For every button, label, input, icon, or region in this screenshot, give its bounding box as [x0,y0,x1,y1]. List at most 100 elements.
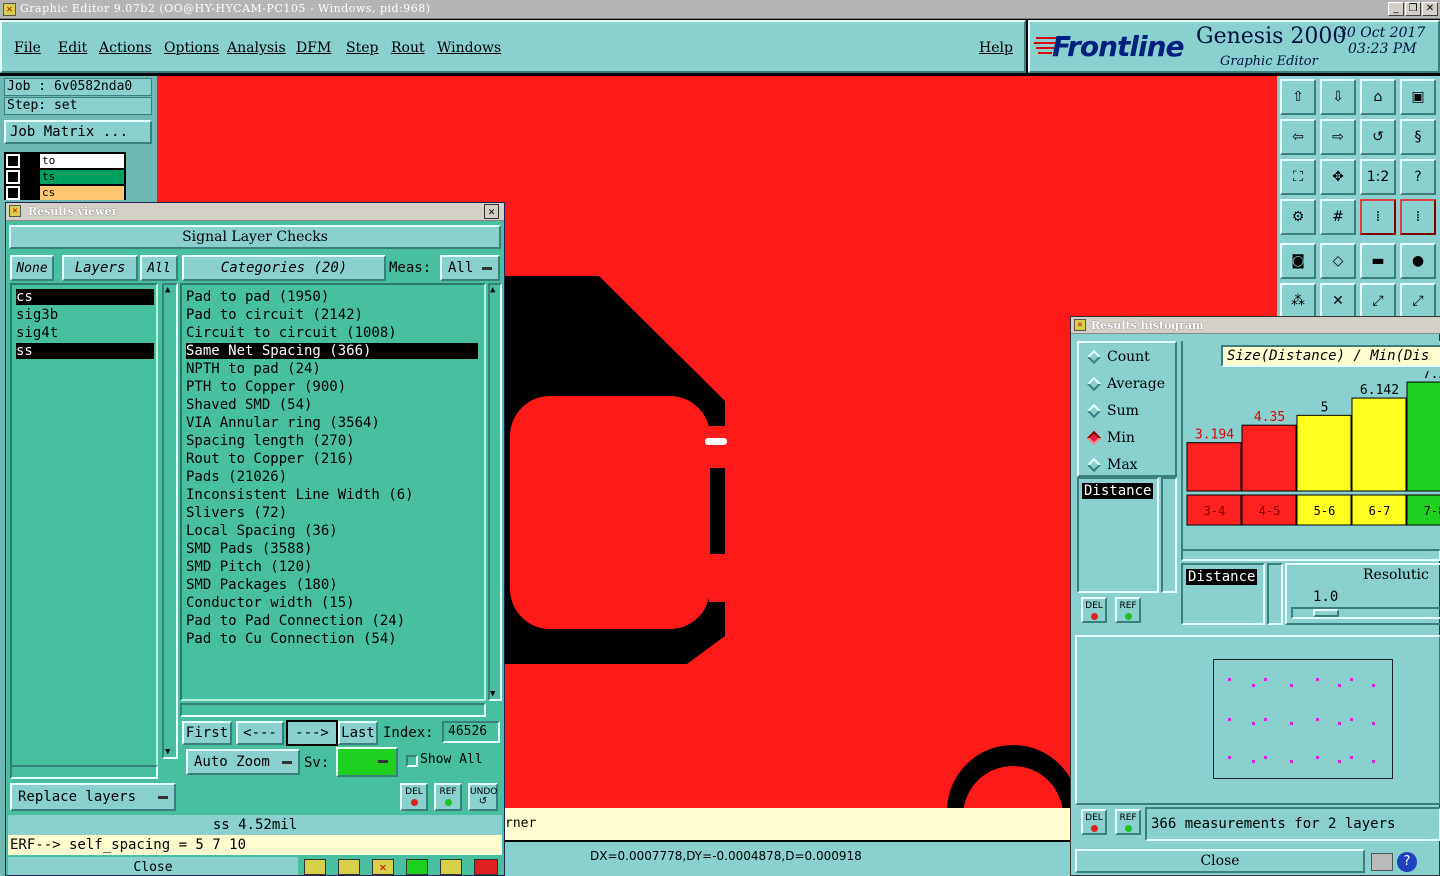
category-item[interactable]: PTH to Copper (900) [186,379,478,395]
scale-1-2-icon[interactable]: 1:2 [1360,159,1396,195]
category-item[interactable]: VIA Annular ring (3564) [186,415,478,431]
histogram-bar[interactable] [1351,397,1407,492]
measure-list-scrollbar[interactable] [1161,477,1177,593]
category-item[interactable]: Same Net Spacing (366) [186,343,478,359]
first-button[interactable]: First [182,721,232,745]
icon-x[interactable]: ✕ [372,859,394,875]
cat-scroll-up-icon[interactable]: ▲ [490,285,495,295]
pan-right-icon[interactable]: ⇨ [1320,119,1356,155]
close-window-button[interactable]: ✕ [1422,2,1438,16]
layers-button[interactable]: Layers [62,255,138,281]
icon-d[interactable] [440,859,462,875]
hist-close-button[interactable]: Close [1075,849,1365,873]
layer-strip-ts[interactable]: ts [40,170,124,184]
mode-radio-min[interactable]: Min [1086,430,1135,446]
menu-file[interactable]: File [14,40,41,56]
hist-del-button-top[interactable]: DEL [1081,597,1107,623]
mode-radio-average[interactable]: Average [1086,376,1165,392]
grid-icon[interactable]: # [1320,199,1356,235]
category-item[interactable]: Slivers (72) [186,505,478,521]
category-item[interactable]: Spacing length (270) [186,433,478,449]
meas-dropdown[interactable]: All [440,255,500,281]
sv-color-dropdown[interactable] [336,747,398,777]
snap2-icon[interactable]: ⁞ [1400,199,1436,235]
measure-list-item[interactable]: Distance [1082,483,1154,499]
signal-layer-checks-header[interactable]: Signal Layer Checks [9,225,501,249]
settings-icon[interactable]: ⚙ [1280,199,1316,235]
menu-options[interactable]: Options [164,40,219,56]
home-icon[interactable]: ⌂ [1360,79,1396,115]
fit-icon[interactable]: ⛶ [1280,159,1316,195]
measure-icon[interactable]: ⤢ [1360,283,1396,319]
zoom-home-icon[interactable]: ⇧ [1280,79,1316,115]
redraw-icon[interactable]: § [1400,119,1436,155]
layer-item-ss[interactable]: ss [16,343,154,359]
category-item[interactable]: Conductor width (15) [186,595,478,611]
hist-help-icon[interactable]: ? [1397,852,1417,872]
cat-scroll-down-icon[interactable]: ▼ [490,689,495,699]
category-item[interactable]: Shaved SMD (54) [186,397,478,413]
zoom-back-icon[interactable]: ↺ [1360,119,1396,155]
layer-toggle-ts[interactable] [6,170,20,184]
mode-radio-max[interactable]: Max [1086,457,1138,473]
menu-step[interactable]: Step [346,40,378,56]
index-input[interactable]: 46526 [442,721,500,743]
pan-left-icon[interactable]: ⇦ [1280,119,1316,155]
category-item[interactable]: Pad to Pad Connection (24) [186,613,478,629]
menu-dfm[interactable]: DFM [296,40,331,56]
layer-toggle-cs[interactable] [6,186,20,200]
categories-scrollbar[interactable]: ▲ ▼ [488,283,502,701]
prev-button[interactable]: <--- [236,721,284,745]
categories-list[interactable]: Pad to pad (1950) Pad to circuit (2142) Ci… [180,283,486,701]
categories-hscrollbar[interactable] [180,703,486,717]
center-icon[interactable]: ✥ [1320,159,1356,195]
pad-icon[interactable]: ● [1400,243,1436,279]
next-button[interactable]: ---> [286,720,338,746]
all-button[interactable]: All [140,255,178,281]
category-item[interactable]: Circuit to circuit (1008) [186,325,478,341]
ruler-icon[interactable]: ▬ [1360,243,1396,279]
layer-strip-to[interactable]: to [40,154,124,168]
rv-ref-button[interactable]: REF [434,783,462,811]
category-item[interactable]: Pads (21026) [186,469,478,485]
histogram-bar[interactable] [1296,414,1352,492]
layer-strip-cs[interactable]: cs [40,186,124,200]
menu-actions[interactable]: Actions [99,40,152,56]
mode-radio-count[interactable]: Count [1086,349,1150,365]
outline-icon[interactable]: ◇ [1320,243,1356,279]
rv-del-button[interactable]: DEL [400,783,428,811]
layer-toggle-to[interactable] [6,154,20,168]
distance-scrollbar[interactable] [1267,563,1283,625]
help-icon[interactable]: ? [1400,159,1436,195]
histogram-bar[interactable] [1406,381,1440,492]
category-item[interactable]: Rout to Copper (216) [186,451,478,467]
category-item[interactable]: Pad to Cu Connection (54) [186,631,478,647]
scroll-down-icon[interactable]: ▼ [165,747,170,757]
layer-item-cs[interactable]: cs [16,289,154,305]
snap-icon[interactable]: ⁞ [1360,199,1396,235]
pan-down-icon[interactable]: ⇩ [1320,79,1356,115]
category-item[interactable]: Inconsistent Line Width (6) [186,487,478,503]
fill-icon[interactable]: ◙ [1280,243,1316,279]
printer-icon[interactable] [1371,853,1393,871]
rv-close-button[interactable]: Close [8,857,298,875]
measure2-icon[interactable]: ⤢ [1400,283,1436,319]
last-button[interactable]: Last [338,721,378,745]
menu-edit[interactable]: Edit [58,40,87,56]
category-item[interactable]: SMD Packages (180) [186,577,478,593]
layers-list[interactable]: cs sig3b sig4t ss [10,283,158,771]
layers-hscrollbar[interactable] [10,765,158,779]
cross-icon[interactable]: ✕ [1320,283,1356,319]
show-all-checkbox[interactable] [406,755,418,767]
replace-layers-dropdown[interactable]: Replace layers [10,783,176,811]
layers-scrollbar[interactable]: ▲ ▼ [162,283,178,759]
none-button[interactable]: None [10,255,54,281]
window-icon[interactable]: ▣ [1400,79,1436,115]
icon-c[interactable] [406,859,428,875]
nodes-icon[interactable]: ⁂ [1280,283,1316,319]
hist-ref-button-top[interactable]: REF [1115,597,1141,623]
menu-windows[interactable]: Windows [437,40,501,56]
mode-radio-sum[interactable]: Sum [1086,403,1139,419]
hist-del-button[interactable]: DEL [1081,809,1107,835]
histogram-bar[interactable] [1186,442,1242,492]
